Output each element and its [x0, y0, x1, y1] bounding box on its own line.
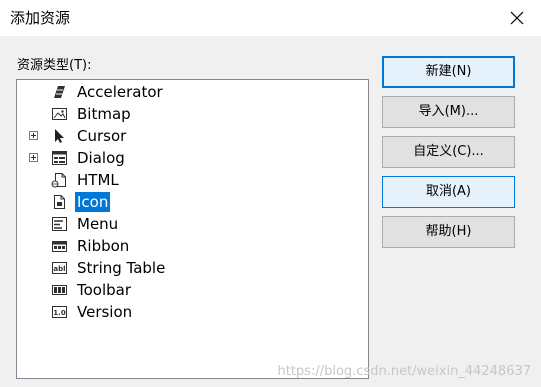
tree-item-dialog[interactable]: Dialog — [17, 147, 368, 169]
accelerator-icon — [54, 86, 65, 98]
tree-item-label: Cursor — [77, 127, 127, 145]
tree-item-label: Version — [77, 303, 133, 321]
new-button[interactable]: 新建(N) — [382, 56, 515, 88]
tree-item-label: Menu — [77, 215, 119, 233]
import-button[interactable]: 导入(M)... — [382, 96, 515, 128]
custom-button[interactable]: 自定义(C)... — [382, 136, 515, 168]
help-button[interactable]: 帮助(H) — [382, 216, 515, 248]
dialog-icon — [52, 151, 67, 165]
tree-item-label: Toolbar — [77, 281, 132, 299]
tree-item-label: Dialog — [77, 149, 125, 167]
tree-item-icon[interactable]: Icon — [17, 191, 368, 213]
tree-item-label: Ribbon — [77, 237, 130, 255]
icon-resource-icon — [54, 195, 65, 209]
tree-item-cursor[interactable]: Cursor — [17, 125, 368, 147]
resource-type-tree[interactable]: Accelerator Bitmap Cursor Dialog HTML Ic… — [16, 79, 369, 379]
add-resource-dialog: 添加资源 资源类型(T): Accelerator Bitmap Cursor … — [0, 0, 541, 387]
close-button[interactable] — [495, 0, 541, 36]
tree-item-accelerator[interactable]: Accelerator — [17, 81, 368, 103]
tree-item-label: Icon — [75, 192, 111, 212]
expand-icon[interactable] — [29, 131, 38, 140]
watermark-text: https://blog.csdn.net/weixin_44248637 — [277, 364, 531, 379]
resource-type-label: 资源类型(T): — [17, 58, 92, 73]
version-icon: 1.0 — [52, 306, 67, 318]
title-bar: 添加资源 — [0, 0, 541, 36]
bitmap-icon — [52, 108, 67, 120]
tree-item-version[interactable]: 1.0 Version — [17, 301, 368, 323]
ribbon-icon — [52, 241, 67, 252]
tree-item-menu[interactable]: Menu — [17, 213, 368, 235]
tree-item-bitmap[interactable]: Bitmap — [17, 103, 368, 125]
string-table-icon: abl — [52, 262, 67, 274]
close-icon — [510, 11, 524, 25]
tree-item-label: HTML — [77, 171, 119, 189]
tree-item-label: Accelerator — [77, 83, 163, 101]
cursor-icon — [55, 129, 64, 143]
expand-icon[interactable] — [29, 153, 38, 162]
tree-item-string-table[interactable]: abl String Table — [17, 257, 368, 279]
window-title: 添加资源 — [10, 9, 71, 27]
menu-icon — [52, 217, 67, 231]
cancel-button[interactable]: 取消(A) — [382, 176, 515, 208]
toolbar-icon — [52, 285, 67, 295]
tree-item-ribbon[interactable]: Ribbon — [17, 235, 368, 257]
svg-text:abl: abl — [53, 265, 65, 273]
tree-item-toolbar[interactable]: Toolbar — [17, 279, 368, 301]
tree-item-label: String Table — [77, 259, 166, 277]
tree-item-html[interactable]: HTML — [17, 169, 368, 191]
html-icon — [51, 173, 66, 188]
tree-item-label: Bitmap — [77, 105, 131, 123]
svg-text:1.0: 1.0 — [53, 309, 66, 317]
dialog-body: 资源类型(T): Accelerator Bitmap Cursor Dialo… — [0, 36, 541, 387]
